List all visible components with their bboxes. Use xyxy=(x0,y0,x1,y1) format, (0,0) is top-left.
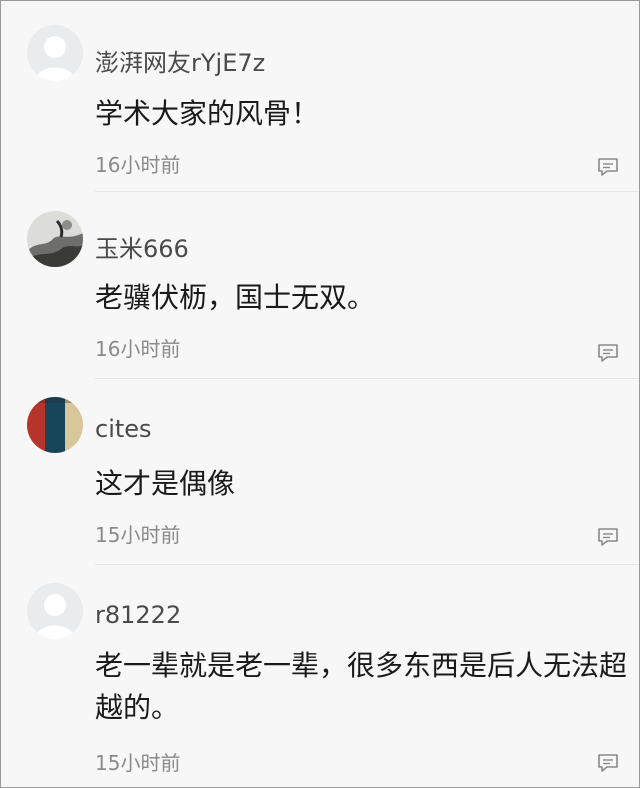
reply-icon[interactable] xyxy=(597,753,619,773)
comment-item: r81222 老一辈就是老一辈，很多东西是后人无法超越的。 15小时前 xyxy=(1,565,639,787)
comment-text: 这才是偶像 xyxy=(95,467,236,500)
username[interactable]: r81222 xyxy=(95,601,181,629)
comment-time: 16小时前 xyxy=(95,153,181,177)
comment-list: 澎湃网友rYjE7z 学术大家的风骨！ 16小时前 玉米666 老骥伏枥，国士无… xyxy=(0,0,640,788)
default-avatar-icon xyxy=(27,583,83,639)
avatar[interactable] xyxy=(27,211,83,267)
divider xyxy=(95,191,639,192)
comment-time: 15小时前 xyxy=(95,751,181,775)
username[interactable]: 玉米666 xyxy=(95,229,189,264)
username[interactable]: cites xyxy=(95,415,152,443)
comment-time: 15小时前 xyxy=(95,523,181,547)
default-avatar-icon xyxy=(27,25,83,81)
reply-icon[interactable] xyxy=(597,527,619,547)
comment-item: 玉米666 老骥伏枥，国士无双。 16小时前 xyxy=(1,193,639,379)
ink-landscape-avatar-icon xyxy=(27,211,83,267)
reply-icon[interactable] xyxy=(597,343,619,363)
color-stripes-avatar-icon xyxy=(27,397,83,453)
reply-icon[interactable] xyxy=(597,157,619,177)
username[interactable]: 澎湃网友rYjE7z xyxy=(95,43,265,78)
comment-text: 老骥伏枥，国士无双。 xyxy=(95,281,376,314)
comment-text: 老一辈就是老一辈，很多东西是后人无法超越的。 xyxy=(95,649,628,724)
avatar[interactable] xyxy=(27,397,83,453)
comment-time: 16小时前 xyxy=(95,337,181,361)
comment-item: cites 这才是偶像 15小时前 xyxy=(1,379,639,565)
avatar[interactable] xyxy=(27,25,83,81)
comment-text: 学术大家的风骨！ xyxy=(95,97,320,130)
avatar[interactable] xyxy=(27,583,83,639)
comment-item: 澎湃网友rYjE7z 学术大家的风骨！ 16小时前 xyxy=(1,1,639,193)
